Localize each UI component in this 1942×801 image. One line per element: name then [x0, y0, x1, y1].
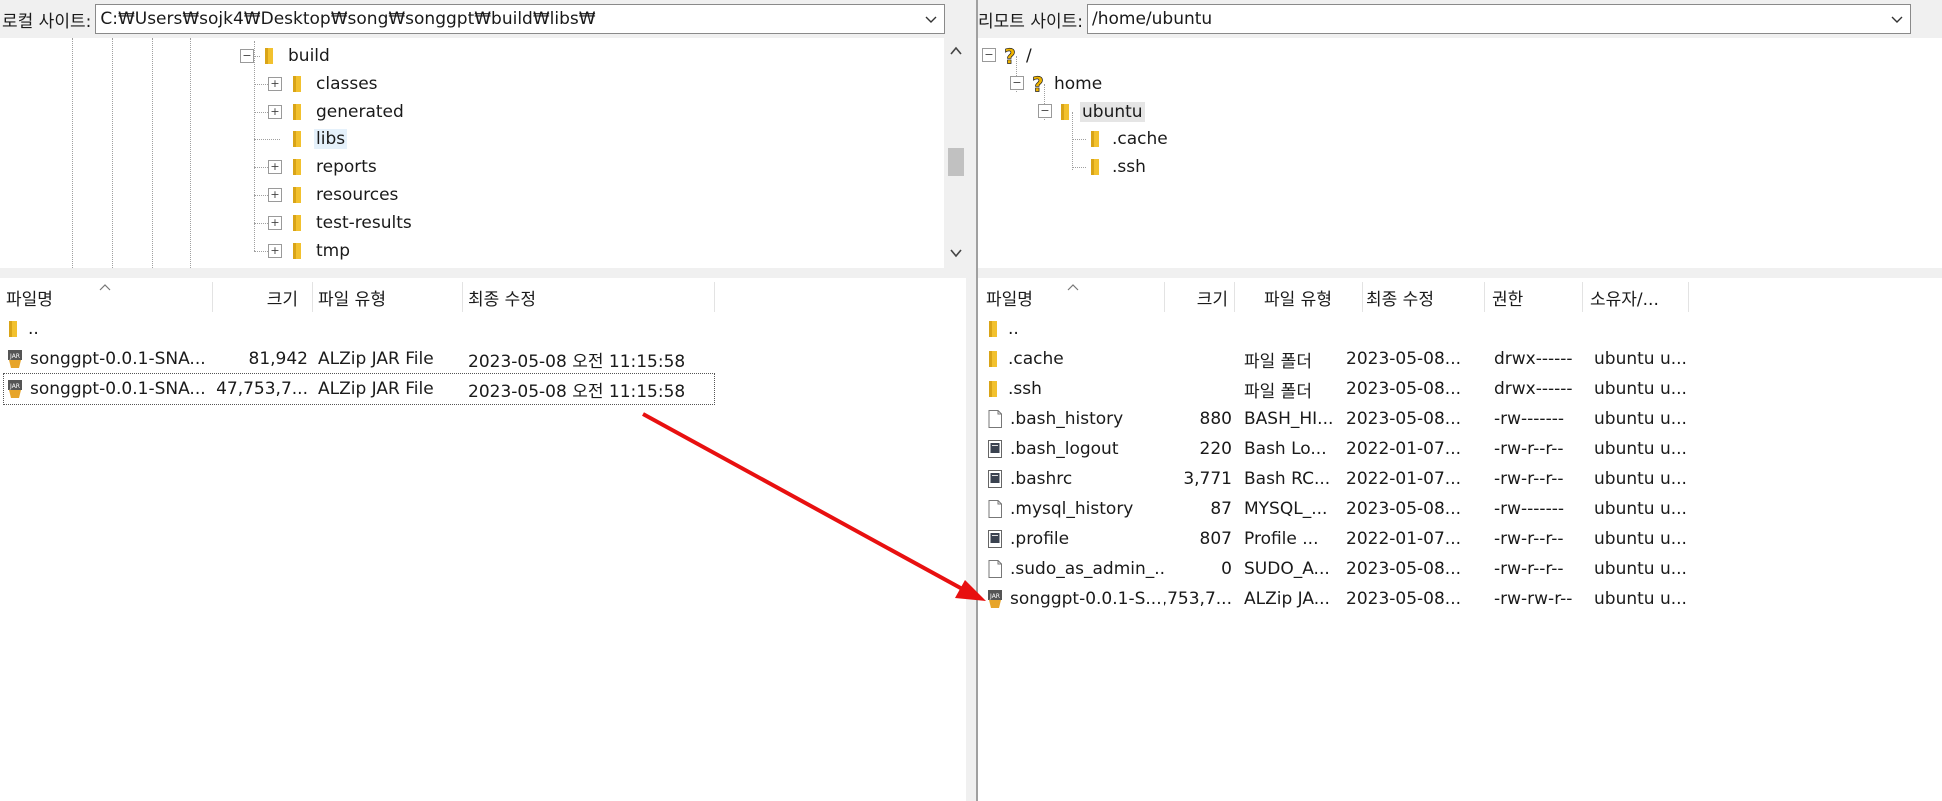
- annotation-arrow: [642, 412, 986, 601]
